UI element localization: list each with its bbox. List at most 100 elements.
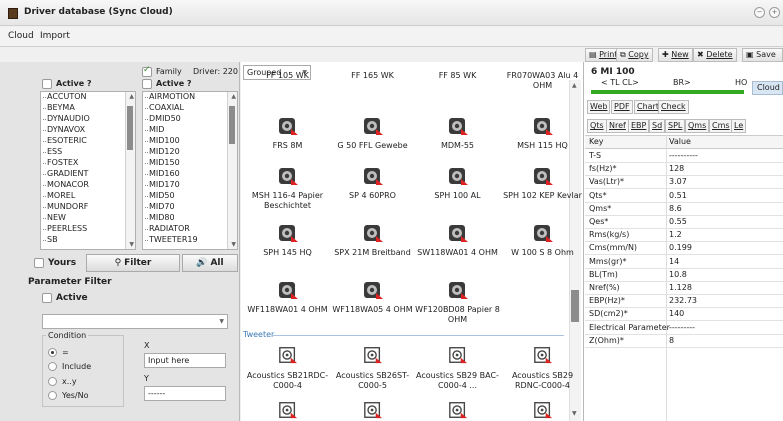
table-row[interactable]: Qms* 8.6 xyxy=(585,203,783,216)
copy-button[interactable]: ⧉ Copy xyxy=(616,48,653,62)
tweeter-icon[interactable] xyxy=(533,400,553,421)
driver-tile[interactable]: G 50 FFL Gewebe xyxy=(330,115,415,151)
list-item[interactable]: AIRMOTION xyxy=(144,92,195,101)
yours-checkbox[interactable] xyxy=(34,258,44,268)
list-item[interactable]: MID xyxy=(144,125,164,134)
table-row[interactable]: Mms(gr)* 14 xyxy=(585,256,783,269)
scroll-down-arrow-icon[interactable]: ▼ xyxy=(572,410,577,417)
radio-range[interactable] xyxy=(48,377,57,386)
driver-tile[interactable]: SPX 21M Breitband xyxy=(330,222,415,258)
driver-tile[interactable]: FF 105 WK xyxy=(245,71,330,81)
new-button[interactable]: ✚ New xyxy=(658,48,693,62)
delete-button[interactable]: ✖ Delete xyxy=(693,48,737,62)
list-item[interactable]: MID150 xyxy=(145,158,180,167)
list-item[interactable]: DYNAVOX xyxy=(42,125,85,134)
driver-tile[interactable]: WF118WA01 4 OHM xyxy=(245,279,330,315)
list-item[interactable]: MID170 xyxy=(145,180,180,189)
save-button[interactable]: ▣ Save xyxy=(742,48,783,62)
list-item[interactable]: MID100 xyxy=(145,136,180,145)
list-item[interactable]: MID120 xyxy=(145,147,180,156)
y-input[interactable]: ------ xyxy=(144,386,226,401)
driver-tile[interactable]: MSH 116-4 Papier Beschichtet xyxy=(245,165,330,211)
table-row[interactable]: fs(Hz)* 128 xyxy=(585,163,783,177)
filter-button[interactable]: ⚲ Filter xyxy=(86,254,180,272)
driver-tile[interactable]: SPH 102 KEP Kevlar xyxy=(500,165,585,201)
active-family-checkbox[interactable] xyxy=(142,79,152,89)
table-row[interactable]: Nref(%) 1.128 xyxy=(585,282,783,295)
table-row[interactable]: Qes* 0.55 xyxy=(585,216,783,229)
tab-check[interactable]: Check xyxy=(658,100,689,114)
minimize-button[interactable]: − xyxy=(754,7,765,18)
driver-tile[interactable]: WF120BD08 Papier 8 OHM xyxy=(415,279,500,325)
list-item[interactable]: COAXIAL xyxy=(145,103,184,112)
tab-cms[interactable]: Cms xyxy=(709,119,733,133)
table-row[interactable]: T-S ---------- xyxy=(585,150,783,163)
list-item[interactable]: SB xyxy=(43,235,58,244)
driver-tile[interactable]: FR070WA03 Alu 4 OHM xyxy=(500,71,585,91)
tab-nref[interactable]: Nref xyxy=(606,119,629,133)
grid-scroll-thumb[interactable] xyxy=(571,290,579,322)
x-input[interactable]: Input here xyxy=(144,353,226,368)
driver-tile[interactable]: FF 85 WK xyxy=(415,71,500,81)
list-item[interactable]: MID70 xyxy=(145,202,175,211)
all-button[interactable]: 🔊 All xyxy=(182,254,238,272)
tab-sd[interactable]: Sd xyxy=(649,119,666,133)
maximize-button[interactable]: + xyxy=(769,7,780,18)
menu-import[interactable]: Import xyxy=(40,31,70,41)
driver-tile[interactable]: Acoustics SB29 RDNC-C000-4 xyxy=(500,345,585,391)
list-item[interactable]: BEYMA xyxy=(43,103,75,112)
driver-tile[interactable]: SW118WA01 4 OHM xyxy=(415,222,500,258)
list-item[interactable]: MID80 xyxy=(145,213,175,222)
scroll-down-arrow-icon[interactable]: ▼ xyxy=(129,241,134,248)
tweeter-icon[interactable] xyxy=(278,400,298,421)
tweeter-icon[interactable] xyxy=(448,400,468,421)
driver-tile[interactable]: W 100 S 8 Ohm xyxy=(500,222,585,258)
param-active-checkbox[interactable] xyxy=(42,293,52,303)
list-item[interactable]: MID50 xyxy=(145,191,175,200)
tab-qms[interactable]: Qms xyxy=(685,119,710,133)
table-row[interactable]: SD(cm2)* 140 xyxy=(585,308,783,322)
table-row[interactable]: Qts* 0.51 xyxy=(585,190,783,203)
driver-tile[interactable]: MSH 115 HQ xyxy=(500,115,585,151)
tab-le[interactable]: Le xyxy=(731,119,747,133)
table-row[interactable]: Z(Ohm)* 8 xyxy=(585,335,783,348)
active-brand-checkbox[interactable] xyxy=(42,79,52,89)
cloud-button[interactable]: Cloud xyxy=(752,81,783,95)
list-item[interactable]: NEW xyxy=(43,213,66,222)
list-item[interactable]: MUNDORF xyxy=(42,202,88,211)
table-row[interactable]: Rms(kg/s) 1.2 xyxy=(585,229,783,243)
tab-spl[interactable]: SPL xyxy=(665,119,686,133)
tab-pdf[interactable]: PDF xyxy=(611,100,633,114)
radio-equals[interactable] xyxy=(48,348,57,357)
driver-tile[interactable]: SP 4 60PRO xyxy=(330,165,415,201)
driver-tile[interactable]: Acoustics SB29 BAC-C000-4 ... xyxy=(415,345,500,391)
tab-web[interactable]: Web xyxy=(587,100,611,114)
driver-tile[interactable]: SPH 145 HQ xyxy=(245,222,330,258)
list-item[interactable]: TWEETER19 xyxy=(145,235,198,244)
family-list-scroll-thumb[interactable] xyxy=(229,106,235,144)
list-item[interactable]: GRADIENT xyxy=(42,169,88,178)
radio-yesno[interactable] xyxy=(48,391,57,400)
list-item[interactable]: ACCUTON xyxy=(43,92,87,101)
scroll-up-arrow-icon[interactable]: ▲ xyxy=(231,93,236,100)
table-row[interactable]: Vas(Ltr)* 3.07 xyxy=(585,176,783,190)
list-item[interactable]: MONACOR xyxy=(43,180,89,189)
radio-include[interactable] xyxy=(48,362,57,371)
driver-tile[interactable]: MDM-55 xyxy=(415,115,500,151)
driver-tile[interactable]: Acoustics SB26ST-C000-5 xyxy=(330,345,415,391)
brand-list[interactable]: ▲ ▼ ACCUTON BEYMA DYNAUDIO DYNAVOX ESOTERIC E… xyxy=(40,91,136,250)
scroll-up-arrow-icon[interactable]: ▲ xyxy=(129,93,134,100)
family-list[interactable]: ▲ ▼ AIRMOTION COAXIAL DMID50 MID MID100 MID12… xyxy=(142,91,238,250)
driver-tile[interactable]: SPH 100 AL xyxy=(415,165,500,201)
brand-list-scroll-thumb[interactable] xyxy=(127,106,133,150)
menu-cloud[interactable]: Cloud xyxy=(8,31,34,41)
tab-ebp[interactable]: EBP xyxy=(628,119,650,133)
list-item[interactable]: ESOTERIC xyxy=(43,136,87,145)
list-item[interactable]: DMID50 xyxy=(145,114,181,123)
list-item[interactable]: RADIATOR xyxy=(145,224,190,233)
list-item[interactable]: PEERLESS xyxy=(42,224,87,233)
driver-tile[interactable]: FRS 8M xyxy=(245,115,330,151)
list-item[interactable]: FOSTEX xyxy=(42,158,78,167)
list-item[interactable]: MID160 xyxy=(145,169,180,178)
driver-tile[interactable]: Acoustics SB21RDC-C000-4 xyxy=(245,345,330,391)
